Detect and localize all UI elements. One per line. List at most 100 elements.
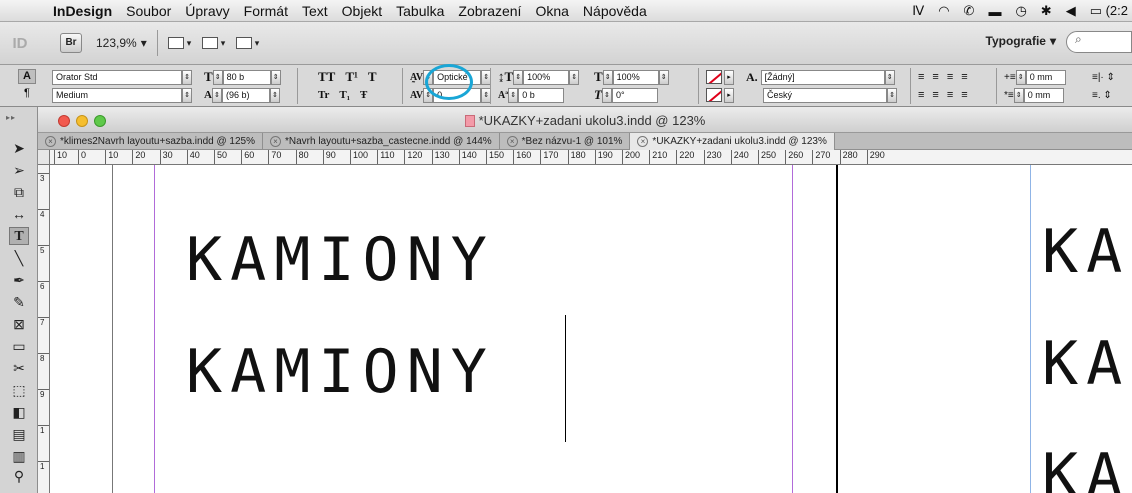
text-line-1[interactable]: KAMIONY — [186, 225, 495, 295]
bridge-button[interactable]: Br — [60, 33, 82, 53]
stroke-none-icon — [706, 88, 722, 102]
menu-format[interactable]: Formát — [237, 3, 295, 19]
font-style-select[interactable]: Medium ⇕ — [52, 87, 192, 103]
align-left-icon[interactable]: ≡ — [918, 71, 924, 83]
ruler-tick: 240 — [730, 150, 749, 164]
right-page-text-2[interactable]: KA — [1042, 329, 1130, 399]
right-page-text-3[interactable]: KA — [1042, 441, 1130, 493]
close-tab-icon[interactable]: × — [269, 136, 281, 147]
help-search-field[interactable]: ⌕ — [1066, 31, 1132, 53]
menu-okna[interactable]: Okna — [528, 3, 575, 19]
ruler-tick: 70 — [268, 150, 281, 164]
align-center-icon[interactable]: ≡ — [932, 71, 938, 83]
horizontal-scale-field[interactable]: T ⇕ 100% ⇕ — [594, 69, 669, 85]
font-size-field[interactable]: T ⇕ 80 b ⇕ — [204, 69, 281, 85]
stepper-icon: ⇕ — [601, 87, 612, 103]
leading-field[interactable]: A ⇕ (96 b) ⇕ — [204, 87, 280, 103]
left-indent-field[interactable]: +≡ ⇕ 0 mm — [1004, 69, 1066, 85]
menu-tabulka[interactable]: Tabulka — [389, 3, 451, 19]
menu-app[interactable]: InDesign — [46, 3, 119, 19]
battery-status[interactable]: ▭ (2:2 — [1090, 3, 1128, 19]
zoom-level-select[interactable]: 123,9% ▾ — [96, 36, 147, 50]
adobe-status-icon[interactable]: Ⅳ — [912, 3, 924, 19]
stroke-swatch-button[interactable]: ▸ — [706, 87, 734, 103]
panel-grip[interactable]: ▸▸ — [6, 113, 16, 122]
vertical-scale-field[interactable]: ↨T ⇕ 100% ⇕ — [498, 69, 580, 85]
superscript-button[interactable]: T¹ — [345, 69, 358, 85]
skew-field[interactable]: T ⇕ 0° — [594, 87, 658, 103]
ruler-origin[interactable] — [38, 150, 50, 165]
text-cursor — [565, 315, 566, 442]
rectangle-frame-tool-icon[interactable]: ⊠ — [9, 315, 29, 333]
tab-document-2[interactable]: × *Navrh layoutu+sazba_castecne.indd @ 14… — [263, 133, 500, 150]
note-tool-icon[interactable]: ▥ — [9, 447, 29, 465]
font-family-select[interactable]: Orator Std ⇕ — [52, 69, 192, 85]
rectangle-tool-icon[interactable]: ▭ — [9, 337, 29, 355]
menu-zobrazeni[interactable]: Zobrazení — [451, 3, 528, 19]
tab-document-3[interactable]: × *Bez názvu-1 @ 101% — [500, 133, 631, 150]
phone-icon[interactable]: ✆ — [964, 3, 975, 19]
pen-tool-icon[interactable]: ✒ — [9, 271, 29, 289]
menu-upravy[interactable]: Úpravy — [178, 3, 236, 19]
left-indent-value: 0 mm — [1025, 69, 1066, 85]
vertical-ruler[interactable]: 3 4 5 6 7 8 9 1 1 — [38, 165, 50, 493]
align-right-icon[interactable]: ≡ — [947, 71, 953, 83]
small-caps-button[interactable]: Tr — [318, 89, 329, 101]
underline-button[interactable]: T — [368, 69, 377, 85]
paragraph-mode-button[interactable]: ¶ — [18, 87, 36, 102]
ruler-tick: 5 — [38, 245, 49, 255]
justify-all-icon[interactable]: ≡ — [961, 89, 967, 101]
strikethrough-button[interactable]: Ŧ — [360, 89, 367, 101]
text-line-2[interactable]: KAMIONY — [186, 337, 495, 407]
view-options-button[interactable]: ▾ — [167, 33, 202, 53]
display-icon[interactable]: ▬ — [988, 4, 1001, 19]
gradient-feather-tool-icon[interactable]: ▤ — [9, 425, 29, 443]
menu-soubor[interactable]: Soubor — [119, 3, 178, 19]
gradient-tool-icon[interactable]: ◧ — [9, 403, 29, 421]
tab-document-1[interactable]: × *klimes2Navrh layoutu+sazba.indd @ 125% — [38, 133, 263, 150]
close-tab-icon[interactable]: × — [506, 136, 518, 147]
align-towards-spine-icon[interactable]: ≡ — [961, 71, 967, 83]
close-tab-icon[interactable]: × — [45, 136, 56, 147]
ruler-tick: 220 — [676, 150, 694, 164]
horizontal-ruler[interactable]: 10 0 10 20 30 40 50 60 70 80 90 100 110 120 130 140 150 1… — [50, 150, 1132, 165]
baseline-shift-field[interactable]: Aª ⇕ 0 b — [498, 87, 565, 103]
pencil-tool-icon[interactable]: ✎ — [9, 293, 29, 311]
type-tool-icon[interactable]: T — [9, 227, 29, 245]
page-tool-icon[interactable]: ⧉ — [9, 183, 29, 201]
selection-tool-icon[interactable]: ➤ — [9, 139, 29, 157]
workspace-switcher[interactable]: Typografie ▾ — [986, 34, 1056, 48]
time-machine-icon[interactable]: ◷ — [1015, 3, 1026, 19]
menu-text[interactable]: Text — [295, 3, 335, 19]
language-select[interactable]: Český ⇕ — [763, 87, 897, 103]
last-line-indent-icon[interactable]: ≡. ⇕ — [1092, 87, 1112, 103]
eyedropper-tool-icon[interactable]: ⚲ — [9, 467, 29, 485]
tab-document-4[interactable]: × *UKAZKY+zadani ukolu3.indd @ 123% — [630, 133, 835, 150]
volume-icon[interactable]: ◀ — [1066, 3, 1076, 19]
free-transform-tool-icon[interactable]: ⬚ — [9, 381, 29, 399]
right-indent-icon[interactable]: ≡|· ⇕ — [1092, 69, 1115, 85]
fill-swatch-button[interactable]: ▸ — [706, 69, 734, 85]
arrange-documents-button[interactable]: ▾ — [235, 33, 270, 53]
screen-mode-button[interactable]: ▾ — [201, 33, 236, 53]
justify-right-icon[interactable]: ≡ — [947, 89, 953, 101]
menu-napoveda[interactable]: Nápověda — [576, 3, 654, 19]
close-tab-icon[interactable]: × — [637, 136, 649, 147]
justify-left-icon[interactable]: ≡ — [918, 89, 924, 101]
bluetooth-icon[interactable]: ✱ — [1041, 3, 1052, 19]
first-line-indent-field[interactable]: *≡ ⇕ 0 mm — [1004, 87, 1064, 103]
stepper-icon: ⇕ — [211, 87, 222, 103]
direct-selection-tool-icon[interactable]: ➢ — [9, 161, 29, 179]
menu-objekt[interactable]: Objekt — [335, 3, 389, 19]
gap-tool-icon[interactable]: ↔ — [9, 205, 29, 223]
wifi-icon[interactable]: ◠ — [938, 3, 949, 19]
character-mode-button[interactable]: A — [18, 69, 36, 84]
scissors-tool-icon[interactable]: ✂ — [9, 359, 29, 377]
pasteboard-canvas[interactable]: KAMIONY KAMIONY KA KA KA — [50, 165, 1132, 493]
justify-center-icon[interactable]: ≡ — [932, 89, 938, 101]
all-caps-button[interactable]: TT — [318, 69, 335, 85]
subscript-button[interactable]: T₁ — [339, 89, 350, 101]
right-page-text-1[interactable]: KA — [1042, 217, 1130, 287]
character-style-select[interactable]: A. [Žádný] ⇕ — [746, 69, 895, 85]
line-tool-icon[interactable]: ╲ — [9, 249, 29, 267]
